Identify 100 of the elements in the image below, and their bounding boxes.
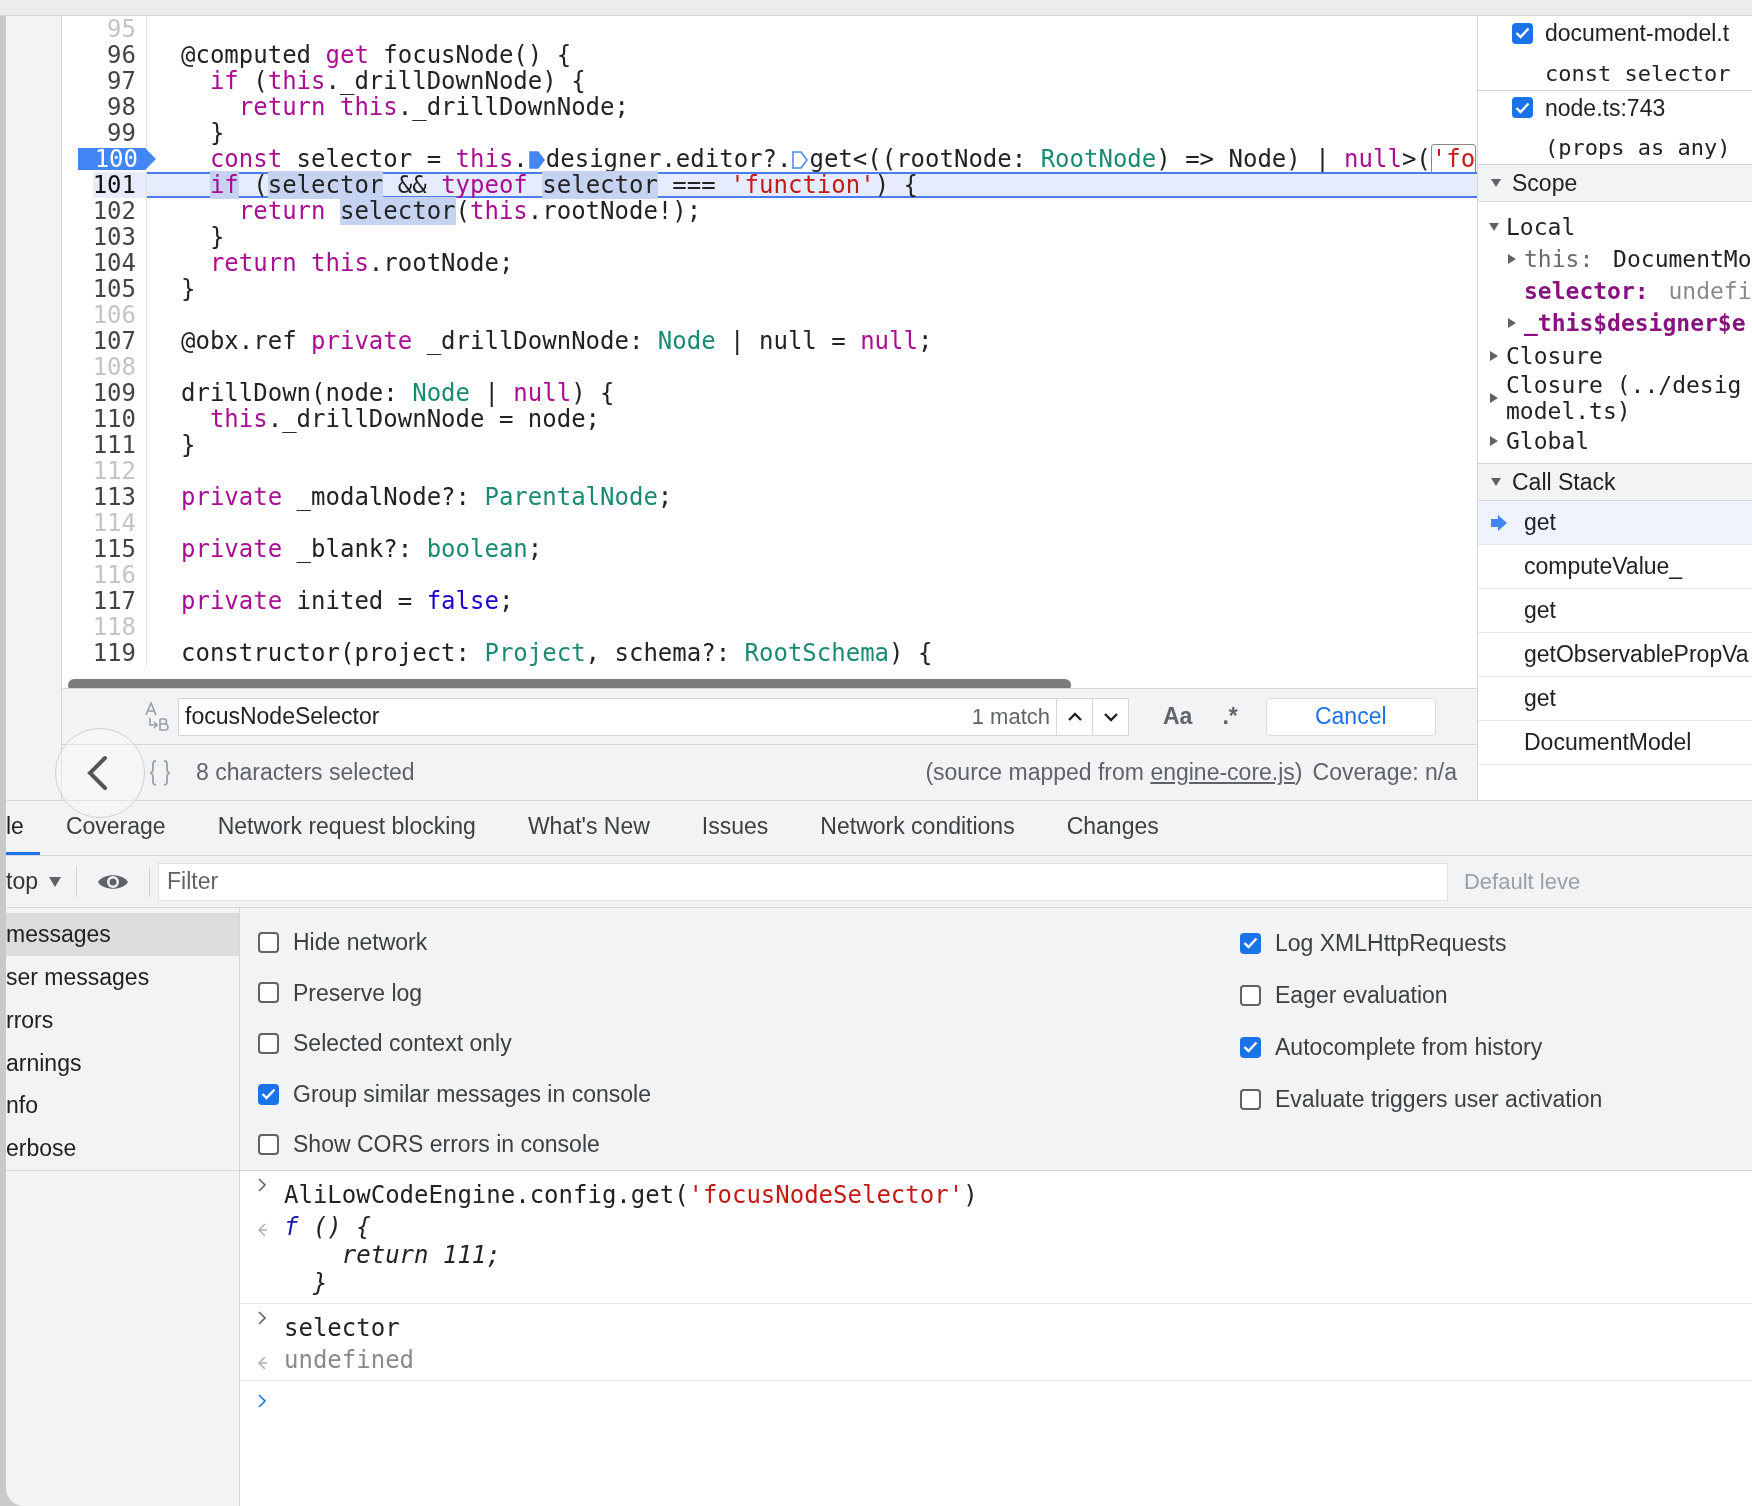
match-case-button[interactable]: Aa: [1157, 699, 1199, 734]
scope-variable[interactable]: selector: undefi: [1478, 275, 1752, 307]
line-number[interactable]: 117: [92, 588, 146, 614]
regex-button[interactable]: .*: [1216, 699, 1244, 734]
input-prompt-icon: [256, 1310, 268, 1326]
tab[interactable]: le: [6, 801, 40, 855]
scope-group[interactable]: Local: [1478, 210, 1752, 243]
context-dropdown[interactable]: top: [6, 864, 76, 899]
tab[interactable]: Network conditions: [794, 801, 1041, 855]
section-header[interactable]: Scope: [1478, 165, 1752, 202]
checkbox[interactable]: [258, 982, 279, 1004]
code-line: private _blank?: boolean;: [180, 536, 544, 562]
setting-label: Selected context only: [293, 1029, 512, 1059]
tab[interactable]: Coverage: [39, 801, 192, 855]
checkbox[interactable]: [1240, 1036, 1261, 1058]
expanded-triangle-icon[interactable]: [1490, 177, 1502, 189]
prompt-icon: [256, 1393, 268, 1409]
checkbox[interactable]: [1240, 984, 1261, 1006]
code-line: }: [180, 432, 197, 458]
code-line: drillDown(node: Node | null) {: [180, 380, 616, 406]
line-number[interactable]: 113: [92, 484, 146, 510]
tab[interactable]: Changes: [1040, 801, 1185, 855]
code-line: return this.rootNode;: [208, 250, 515, 276]
checkbox[interactable]: [1240, 1088, 1261, 1110]
filter-field[interactable]: Filter: [158, 862, 1448, 901]
scope-variable[interactable]: this: DocumentMo: [1478, 243, 1752, 275]
code-line: this._drillDownNode = node;: [208, 406, 602, 432]
collapsed-triangle-icon[interactable]: [1506, 253, 1518, 265]
result-arrow-icon: [256, 1222, 268, 1238]
line-number[interactable]: 119: [92, 640, 146, 666]
collapsed-triangle-icon[interactable]: [1488, 349, 1500, 362]
console-result: undefined: [284, 1346, 415, 1374]
setting-label: Preserve log: [293, 978, 423, 1008]
expanded-triangle-icon[interactable]: [1488, 220, 1500, 233]
section-header[interactable]: Call Stack: [1478, 464, 1752, 501]
selection-status: 8 characters selected: [196, 758, 415, 788]
sidebar-item[interactable]: arnings: [6, 1041, 239, 1085]
collapsed-triangle-icon[interactable]: [1506, 317, 1518, 329]
code-line: }: [180, 276, 197, 302]
paused-line-highlight: if (selector && typeof selector === 'function') {: [147, 172, 1477, 198]
cancel-button[interactable]: Cancel: [1265, 697, 1436, 736]
line-number[interactable]: 99: [107, 120, 146, 146]
source-mapped-note: (source mapped from engine-core.js): [925, 758, 1303, 788]
checkbox[interactable]: [258, 1083, 279, 1105]
setting-label: Evaluate triggers user activation: [1275, 1084, 1603, 1114]
scope-group[interactable]: Closure (../desig model.ts): [1478, 372, 1752, 424]
coverage-status: Coverage: n/a: [1312, 758, 1457, 788]
line-number[interactable]: 104: [92, 250, 146, 276]
sidebar-item[interactable]: rrors: [6, 998, 239, 1042]
sidebar-item[interactable]: nfo: [6, 1084, 239, 1128]
checkbox[interactable]: [258, 1033, 279, 1054]
chevron-left-icon: [85, 755, 109, 791]
line-number[interactable]: 111: [92, 432, 146, 458]
setting-label: Show CORS errors in console: [293, 1130, 600, 1160]
breakpoint-code: const selector: [1544, 59, 1732, 88]
sidebar-item[interactable]: erbose: [6, 1127, 239, 1170]
line-number[interactable]: 109: [92, 380, 146, 406]
breakpoint-file[interactable]: node.ts:743: [1545, 90, 1666, 125]
inline-breakpoint-outline-icon[interactable]: [792, 150, 809, 170]
line-number[interactable]: 100: [78, 148, 156, 170]
line-number[interactable]: 105: [92, 276, 146, 302]
line-number[interactable]: 110: [92, 406, 146, 432]
scope-variable[interactable]: _this$designer$e: [1478, 307, 1752, 339]
code-line: return this._drillDownNode;: [237, 94, 630, 120]
line-number[interactable]: 102: [92, 198, 146, 224]
horizontal-scrollbar[interactable]: [68, 679, 1071, 689]
line-number[interactable]: 107: [92, 328, 146, 354]
search-field[interactable]: focusNodeSelector 1 match: [178, 697, 1129, 736]
scope-group[interactable]: Global: [1478, 424, 1752, 457]
tab[interactable]: What's New: [501, 801, 676, 855]
line-number[interactable]: 103: [92, 224, 146, 250]
sidebar-item[interactable]: ser messages: [6, 955, 239, 999]
line-number[interactable]: 98: [107, 94, 146, 120]
command-text: AliLowCodeEngine.config.get('focusNodeSelector'): [284, 1180, 978, 1211]
checkbox[interactable]: [258, 931, 279, 953]
inline-breakpoint-icon[interactable]: [528, 150, 545, 170]
checkbox[interactable]: [1512, 22, 1533, 44]
scope-group[interactable]: Closure: [1478, 339, 1752, 372]
setting-label: Eager evaluation: [1275, 980, 1448, 1010]
line-number[interactable]: 96: [107, 42, 146, 68]
checkbox[interactable]: [1240, 932, 1261, 954]
code-line: return selector(this.rootNode!);: [237, 198, 703, 224]
sidebar-item[interactable]: messages: [6, 913, 239, 956]
call-frame[interactable]: get: [1478, 501, 1752, 545]
search-input[interactable]: focusNodeSelector: [179, 698, 966, 735]
tab[interactable]: Issues: [675, 801, 795, 855]
line-number[interactable]: 97: [107, 68, 146, 94]
tab[interactable]: Network request blocking: [191, 801, 502, 855]
chevron-down-icon: [1102, 711, 1119, 722]
collapsed-triangle-icon[interactable]: [1488, 392, 1500, 404]
checkbox[interactable]: [1512, 97, 1533, 119]
source-file-link[interactable]: engine-core.js: [1150, 759, 1295, 786]
line-number[interactable]: 101: [92, 172, 146, 198]
line-number[interactable]: 115: [92, 536, 146, 562]
breakpoint-file[interactable]: document-model.t: [1545, 16, 1730, 51]
console-result: f () { return 111; }: [284, 1213, 501, 1297]
checkbox[interactable]: [258, 1134, 279, 1156]
expanded-triangle-icon[interactable]: [1490, 476, 1502, 488]
code-line: private _modalNode?: ParentalNode;: [180, 484, 674, 510]
collapsed-triangle-icon[interactable]: [1488, 434, 1500, 447]
